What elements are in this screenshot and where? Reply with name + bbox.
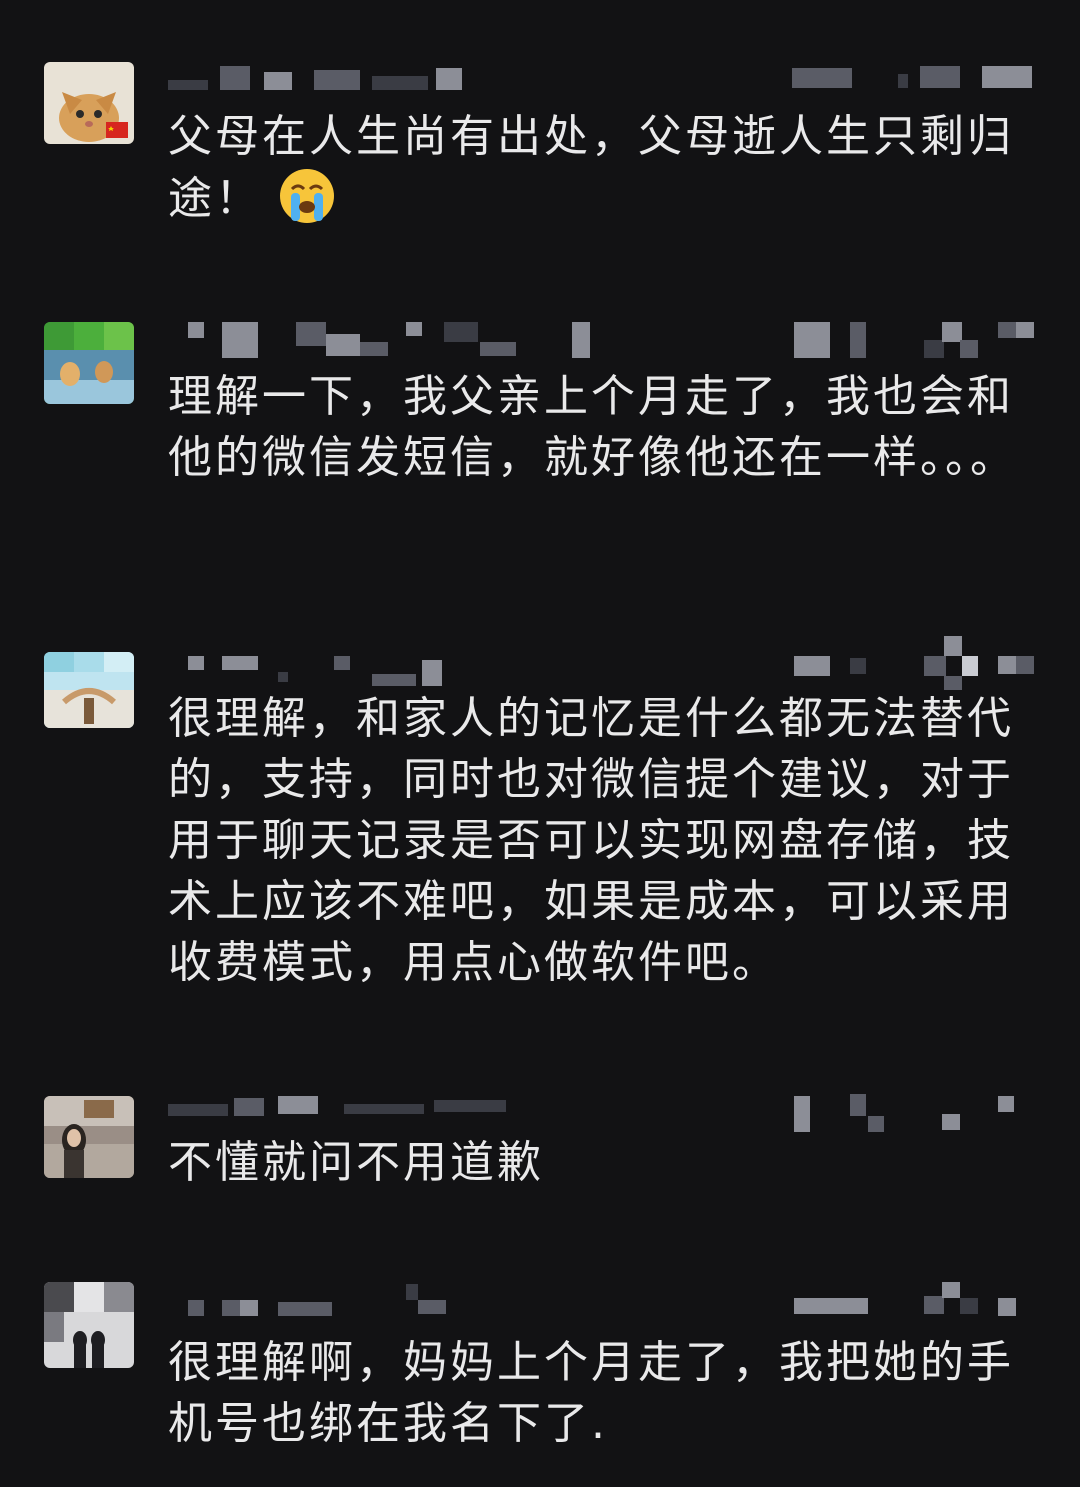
comment-feed: 父母在人生尚有出处，父母逝人生只剩归途！ 理解一下，我父亲上个月走了，我也会和他… — [0, 0, 1080, 1487]
comment-item[interactable]: 很理解啊，妈妈上个月走了，我把她的手机号也绑在我名下了. — [0, 1270, 1080, 1487]
masked-username — [168, 322, 1040, 358]
person-photo-avatar-icon[interactable] — [44, 1096, 134, 1178]
masked-username — [168, 1282, 1040, 1322]
comment-item[interactable]: 不懂就问不用道歉 — [0, 1070, 1080, 1270]
comment-item[interactable]: 父母在人生尚有出处，父母逝人生只剩归途！ — [0, 0, 1080, 300]
comment-text: 父母在人生尚有出处，父母逝人生只剩归途！ — [168, 111, 1014, 225]
cat-avatar-icon[interactable] — [44, 62, 134, 144]
comment-text: 很理解啊，妈妈上个月走了，我把她的手机号也绑在我名下了. — [168, 1337, 1014, 1449]
masked-username — [168, 636, 1040, 690]
comment-item[interactable]: 理解一下，我父亲上个月走了，我也会和他的微信发短信，就好像他还在一样。。。 — [0, 300, 1080, 620]
comment-text: 不懂就问不用道歉 — [168, 1137, 544, 1188]
masked-username — [168, 64, 1040, 100]
comment-text: 理解一下，我父亲上个月走了，我也会和他的微信发短信，就好像他还在一样。。。 — [168, 371, 1017, 483]
loudly-crying-face-icon — [278, 167, 336, 225]
comment-item[interactable]: 很理解，和家人的记忆是什么都无法替代的，支持，同时也对微信提个建议，对于用于聊天… — [0, 620, 1080, 1070]
couple-photo-avatar-icon[interactable] — [44, 1282, 134, 1368]
comment-text: 很理解，和家人的记忆是什么都无法替代的，支持，同时也对微信提个建议，对于用于聊天… — [168, 693, 1014, 988]
beach-photo-avatar-icon[interactable] — [44, 322, 134, 404]
sky-photo-avatar-icon[interactable] — [44, 652, 134, 728]
masked-username — [168, 1094, 1040, 1132]
